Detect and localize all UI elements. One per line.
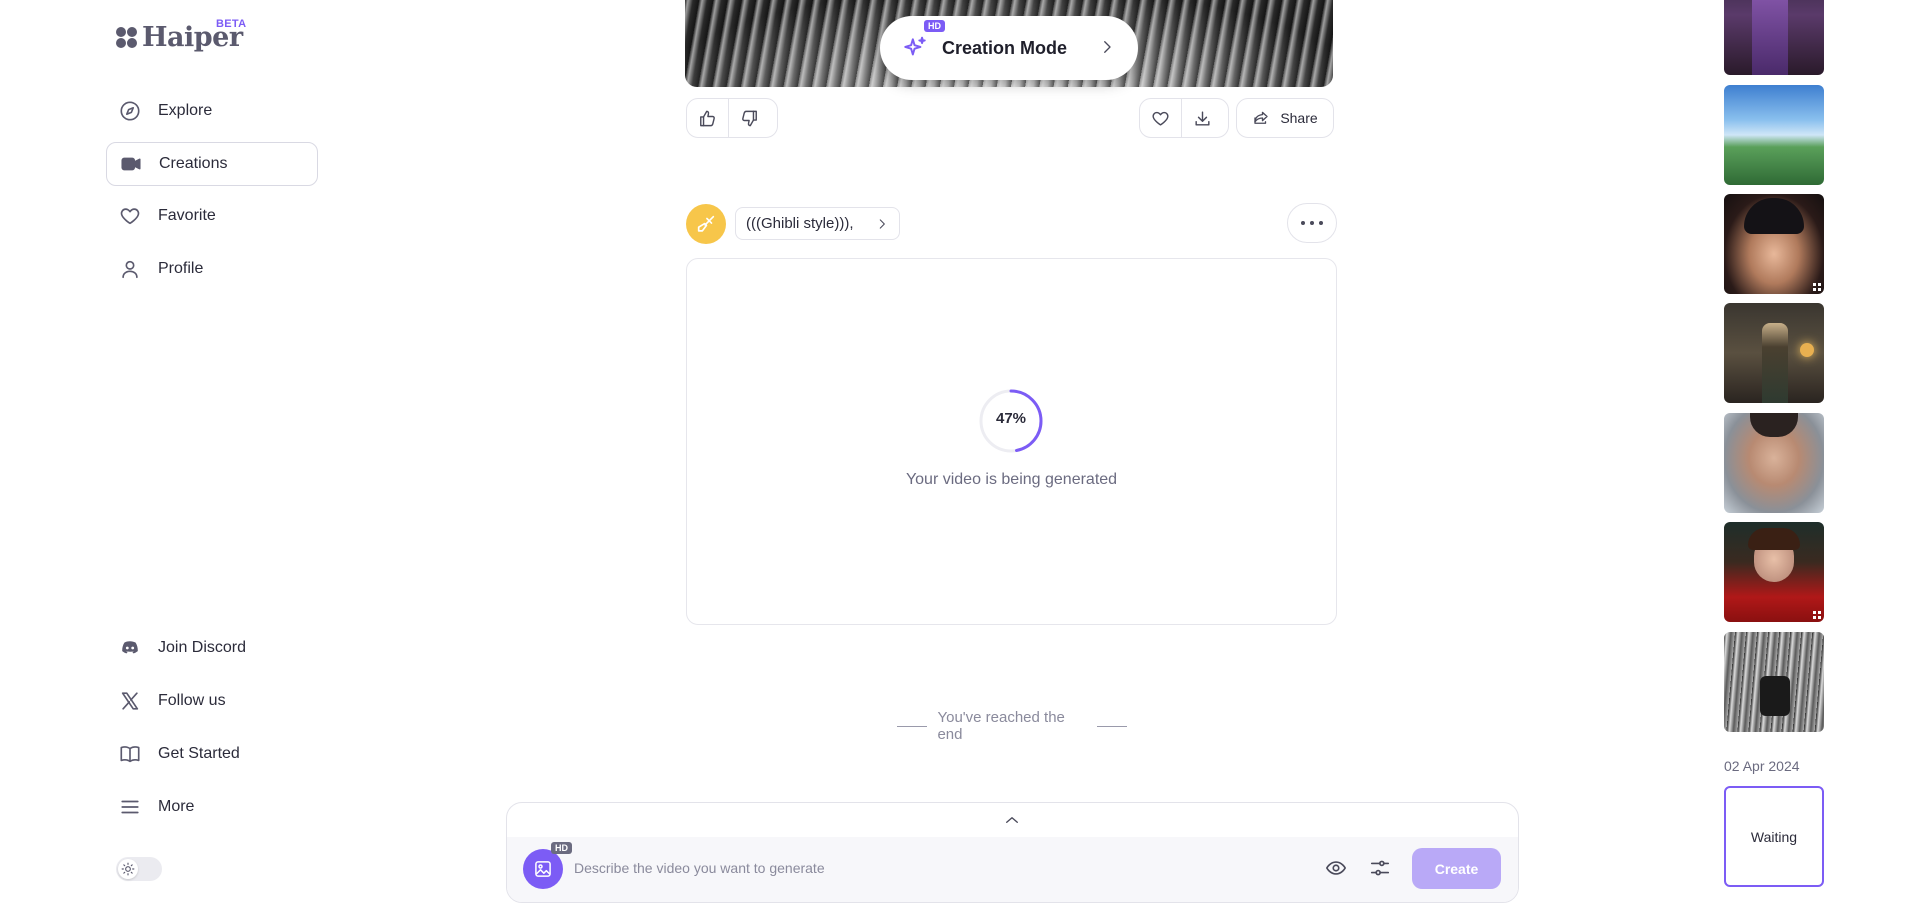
share-button[interactable]: Share: [1236, 98, 1334, 138]
creation-mode-button[interactable]: HD Creation Mode: [880, 16, 1138, 80]
history-thumbnail[interactable]: [1724, 194, 1824, 294]
history-thumbnail[interactable]: [1724, 85, 1824, 185]
eye-icon: [1326, 861, 1346, 875]
waiting-thumbnail[interactable]: Waiting: [1724, 786, 1824, 887]
dot: [1319, 221, 1323, 225]
theme-toggle[interactable]: [116, 857, 162, 881]
discord-icon: [118, 636, 142, 660]
nav-follow-us-label: Follow us: [158, 692, 226, 709]
visibility-button[interactable]: [1322, 854, 1350, 882]
nav-explore-label: Explore: [158, 102, 213, 119]
chevron-right-icon: [1104, 41, 1111, 53]
dot: [1301, 221, 1305, 225]
x-logo-icon: [118, 689, 142, 713]
creation-mode-label: Creation Mode: [942, 37, 1068, 58]
beta-badge: BETA: [216, 18, 247, 30]
multi-clip-icon: [1813, 283, 1821, 291]
book-icon: [118, 742, 142, 766]
video-camera-icon: [119, 152, 143, 176]
sparkles-icon: [904, 36, 926, 56]
chevron-up-icon[interactable]: [1003, 814, 1021, 826]
share-icon: [1254, 111, 1268, 124]
nav-follow-us[interactable]: Follow us: [106, 679, 318, 723]
history-thumbnail[interactable]: [1724, 413, 1824, 513]
sliders-icon: [1370, 860, 1390, 876]
brush-icon: [697, 215, 715, 232]
waiting-label: Waiting: [1750, 828, 1798, 845]
nav-get-started[interactable]: Get Started: [106, 732, 318, 776]
thumbs-up-button[interactable]: [687, 100, 728, 137]
nav-more-label: More: [158, 798, 195, 815]
favorite-button[interactable]: [1140, 100, 1181, 137]
save-group: [1139, 98, 1229, 138]
nav-join-discord-label: Join Discord: [158, 639, 247, 656]
image-upload-button[interactable]: [523, 849, 563, 889]
hd-badge: HD: [551, 842, 572, 854]
sidebar: Haiper BETA Explore Creations Favorite P…: [0, 0, 330, 911]
multi-clip-icon: [1813, 611, 1821, 619]
menu-icon: [118, 795, 142, 819]
sun-icon: [118, 859, 138, 879]
end-of-feed-text: You've reached the end: [937, 709, 1065, 743]
download-button[interactable]: [1182, 100, 1223, 137]
prompt-text: (((Ghibli style))),: [746, 215, 854, 232]
create-button[interactable]: Create: [1412, 848, 1501, 889]
prompt-input[interactable]: [574, 856, 1274, 880]
thumbs-up-icon: [700, 110, 715, 126]
user-icon: [118, 257, 142, 281]
image-icon: [535, 861, 551, 877]
nav-favorite[interactable]: Favorite: [106, 194, 318, 238]
prompt-avatar: [686, 204, 726, 244]
history-date: 02 Apr 2024: [1724, 758, 1800, 774]
logo-icon: [116, 26, 138, 49]
chevron-right-icon: [879, 219, 885, 229]
history-thumbnail[interactable]: [1724, 522, 1824, 622]
history-thumbnail[interactable]: [1724, 303, 1824, 403]
compass-icon: [118, 99, 142, 123]
nav-favorite-label: Favorite: [158, 207, 216, 224]
settings-button[interactable]: [1366, 854, 1394, 882]
hd-badge: HD: [924, 20, 945, 32]
prompt-text-chip[interactable]: (((Ghibli style))),: [735, 207, 900, 240]
nav-join-discord[interactable]: Join Discord: [106, 626, 318, 670]
nav-creations[interactable]: Creations: [106, 142, 318, 186]
nav-profile-label: Profile: [158, 260, 204, 277]
generation-status: Your video is being generated: [905, 471, 1118, 488]
nav-profile[interactable]: Profile: [106, 247, 318, 291]
dot: [1310, 221, 1314, 225]
share-label: Share: [1280, 110, 1318, 126]
heart-icon: [1152, 111, 1169, 126]
progress-percent: 47%: [995, 410, 1027, 427]
history-thumbnail[interactable]: [1724, 0, 1824, 75]
history-thumbnail[interactable]: [1724, 632, 1824, 732]
nav-explore[interactable]: Explore: [106, 89, 318, 133]
rating-group: [686, 98, 778, 138]
thumbs-down-icon: [742, 110, 757, 126]
heart-icon: [118, 204, 142, 228]
thumbs-down-button[interactable]: [729, 100, 770, 137]
download-icon: [1195, 110, 1210, 126]
nav-get-started-label: Get Started: [158, 745, 240, 762]
nav-creations-label: Creations: [159, 155, 228, 172]
end-of-feed: You've reached the end: [887, 709, 1137, 743]
more-options-button[interactable]: [1287, 203, 1337, 243]
nav-more[interactable]: More: [106, 785, 318, 829]
